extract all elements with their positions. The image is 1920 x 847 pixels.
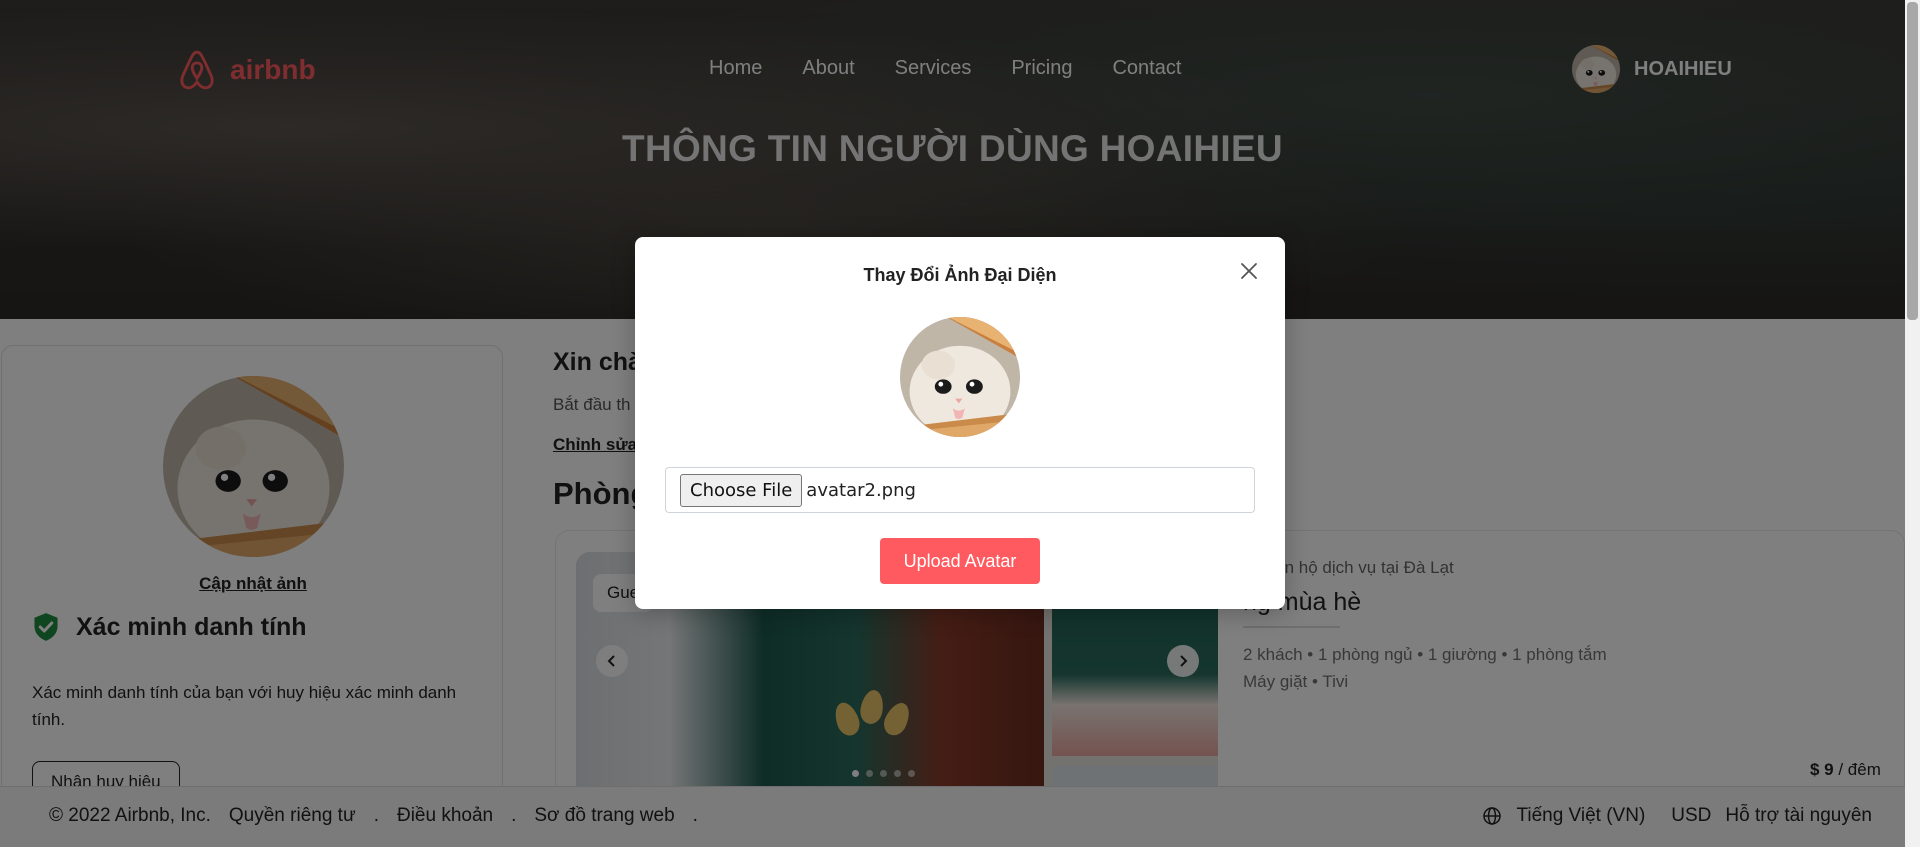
change-avatar-modal: Thay Đổi Ảnh Đại Diện Choose File avatar… (635, 237, 1285, 609)
avatar-file-input[interactable]: Choose File avatar2.png (665, 467, 1255, 513)
close-icon[interactable] (1237, 259, 1261, 283)
scrollbar-thumb[interactable] (1907, 2, 1918, 320)
choose-file-button[interactable]: Choose File (680, 473, 803, 507)
avatar-preview (900, 317, 1020, 437)
selected-file-name: avatar2.png (806, 479, 916, 501)
modal-title: Thay Đổi Ảnh Đại Diện (863, 265, 1057, 285)
scrollbar[interactable] (1905, 0, 1920, 847)
upload-avatar-button[interactable]: Upload Avatar (880, 538, 1040, 584)
